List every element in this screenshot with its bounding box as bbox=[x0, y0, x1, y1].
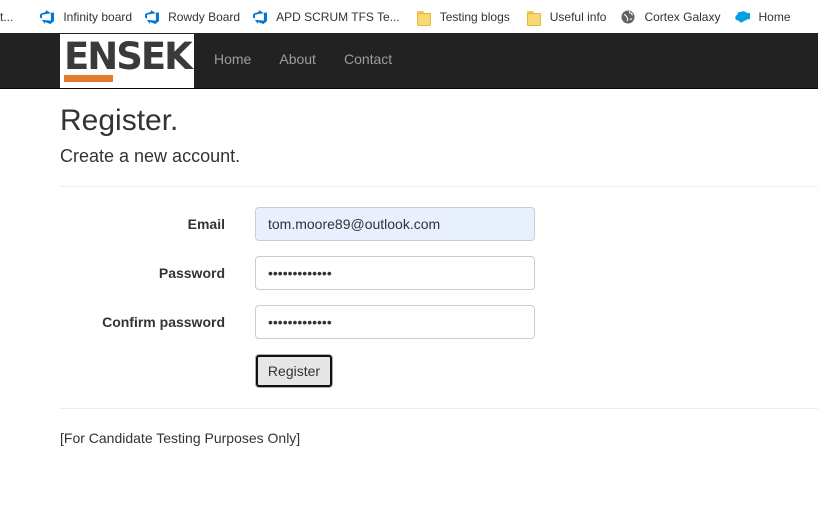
bookmark-label: APD SCRUM TFS Te... bbox=[276, 9, 400, 24]
top-navbar: ENSEK Home About Contact bbox=[0, 33, 818, 89]
footer-note: [For Candidate Testing Purposes Only] bbox=[60, 430, 301, 446]
bookmark-testing-blogs[interactable]: Testing blogs bbox=[410, 3, 516, 31]
email-row: Email tom.moore89@outlook.com bbox=[60, 207, 818, 241]
password-row: Password ••••••••••••• bbox=[60, 256, 818, 290]
bookmark-label: Rowdy Board bbox=[168, 9, 241, 24]
ensek-logo[interactable]: ENSEK bbox=[60, 34, 194, 88]
azure-devops-icon bbox=[144, 9, 160, 25]
azure-devops-icon bbox=[39, 9, 55, 25]
nav-link-about[interactable]: About bbox=[265, 33, 330, 89]
bookmark-label: t... bbox=[0, 9, 14, 24]
nav-link-contact[interactable]: Contact bbox=[330, 33, 406, 89]
salesforce-cloud-icon bbox=[734, 9, 752, 25]
brand-accent-bar bbox=[64, 75, 113, 82]
bookmark-label: Infinity board bbox=[63, 9, 133, 24]
bookmark-useful-info[interactable]: Useful info bbox=[520, 3, 613, 31]
bookmark-label: Testing blogs bbox=[439, 9, 510, 24]
email-field[interactable]: tom.moore89@outlook.com bbox=[255, 207, 535, 241]
page-title: Register. bbox=[60, 104, 179, 137]
confirm-password-field[interactable]: ••••••••••••• bbox=[255, 305, 535, 339]
divider bbox=[60, 408, 818, 409]
nav-links: Home About Contact bbox=[200, 33, 406, 89]
bookmark-label: Cortex Galaxy bbox=[644, 9, 721, 24]
register-button[interactable]: Register bbox=[255, 354, 333, 388]
folder-icon bbox=[416, 9, 432, 26]
bookmark-apd-scrum[interactable]: APD SCRUM TFS Te... bbox=[246, 3, 406, 31]
bookmark-label: Useful info bbox=[549, 9, 607, 24]
bookmark-label: Home bbox=[758, 9, 791, 24]
brand-name: ENSEK bbox=[64, 35, 193, 78]
page-subtitle: Create a new account. bbox=[60, 146, 241, 166]
divider bbox=[60, 186, 818, 187]
confirm-password-row: Confirm password ••••••••••••• bbox=[60, 305, 818, 339]
bookmark-truncated[interactable]: t... bbox=[0, 3, 19, 31]
folder-icon bbox=[526, 9, 542, 26]
password-field[interactable]: ••••••••••••• bbox=[255, 256, 535, 290]
globe-icon bbox=[620, 9, 636, 25]
bookmarks-bar: t... Infinity board Rowdy Board APD SCRU… bbox=[0, 0, 818, 33]
bookmark-infinity-board[interactable]: Infinity board bbox=[33, 3, 138, 31]
bookmark-cortex-galaxy[interactable]: Cortex Galaxy bbox=[614, 3, 726, 31]
bookmark-home[interactable]: Home bbox=[728, 3, 796, 31]
azure-devops-icon bbox=[252, 9, 268, 25]
nav-link-home[interactable]: Home bbox=[200, 33, 265, 89]
bookmark-rowdy-board[interactable]: Rowdy Board bbox=[138, 3, 246, 31]
confirm-password-label: Confirm password bbox=[102, 314, 225, 330]
email-label: Email bbox=[187, 216, 225, 232]
password-label: Password bbox=[158, 265, 225, 281]
